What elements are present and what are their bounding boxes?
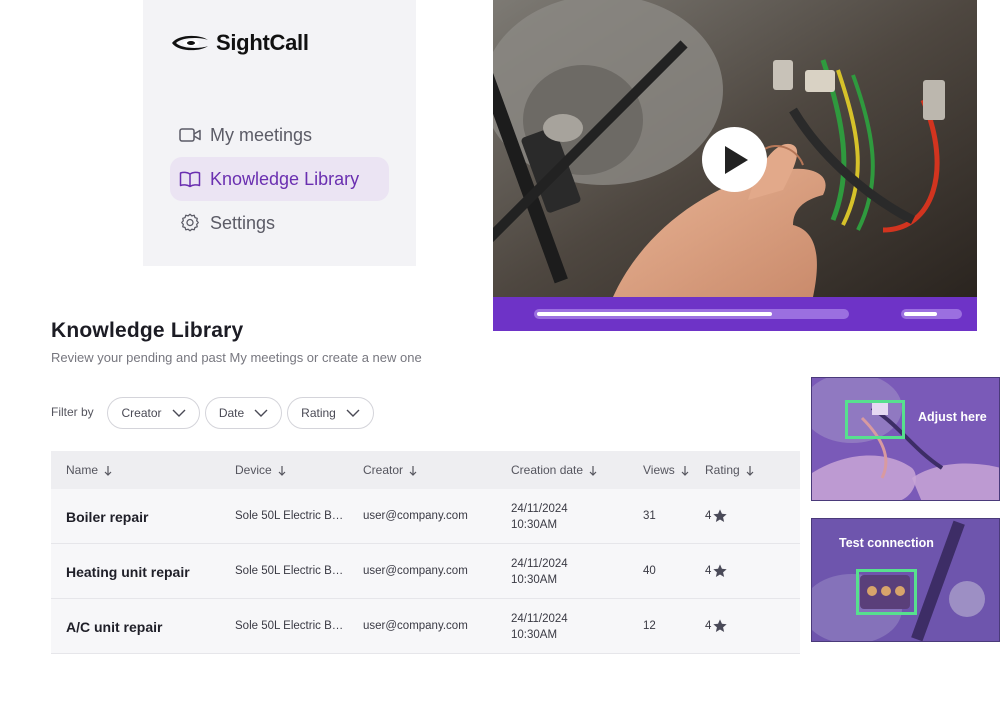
row-time: 10:30AM xyxy=(511,519,558,531)
sort-arrow-icon xyxy=(589,465,597,476)
column-header-device[interactable]: Device xyxy=(235,463,286,477)
row-creation-date: 24/11/2024 10:30AM xyxy=(511,501,568,533)
nav-item-knowledge-library[interactable]: Knowledge Library xyxy=(170,157,389,201)
knowledge-table: Name Device Creator Creation date Views … xyxy=(51,451,800,654)
row-rating-value: 4 xyxy=(705,620,712,632)
row-views: 40 xyxy=(643,565,656,577)
annotation-thumbnail-adjust[interactable]: Adjust here xyxy=(811,377,1000,501)
chevron-down-icon xyxy=(346,409,360,417)
page-title: Knowledge Library xyxy=(51,319,244,342)
volume-fill xyxy=(904,312,937,316)
sort-arrow-icon xyxy=(104,465,112,476)
table-row[interactable]: Heating unit repair Sole 50L Electric Bo… xyxy=(51,544,800,599)
table-row[interactable]: Boiler repair Sole 50L Electric Boiler u… xyxy=(51,489,800,544)
row-creator: user@company.com xyxy=(363,565,468,577)
chevron-down-icon xyxy=(172,409,185,417)
sort-arrow-icon xyxy=(409,465,417,476)
row-creation-date: 24/11/2024 10:30AM xyxy=(511,556,568,588)
column-label-rating: Rating xyxy=(705,463,740,477)
row-device: Sole 50L Electric Boiler xyxy=(235,510,347,522)
filter-rating-dropdown[interactable]: Rating xyxy=(287,397,374,429)
highlight-box xyxy=(856,569,917,615)
video-player[interactable] xyxy=(493,0,977,331)
gear-icon xyxy=(181,213,199,232)
annotated-frame-image xyxy=(812,378,999,500)
row-time: 10:30AM xyxy=(511,629,558,641)
sort-arrow-icon xyxy=(681,465,689,476)
video-controls-bar xyxy=(493,297,977,331)
row-rating: 4 xyxy=(705,508,728,524)
star-icon xyxy=(713,509,728,522)
column-label-name: Name xyxy=(66,463,99,477)
column-header-rating[interactable]: Rating xyxy=(705,463,754,477)
sightcall-logo-icon xyxy=(172,35,208,51)
row-device: Sole 50L Electric Boiler xyxy=(235,620,347,632)
row-time: 10:30AM xyxy=(511,574,558,586)
row-rating: 4 xyxy=(705,563,728,579)
row-name: Heating unit repair xyxy=(66,564,190,580)
row-date: 24/11/2024 xyxy=(511,558,568,570)
row-name: Boiler repair xyxy=(66,509,149,525)
annotation-thumbnail-test[interactable]: Test connection xyxy=(811,518,1000,642)
sightcall-logo[interactable]: SightCall xyxy=(170,30,309,56)
filter-creator-label: Creator xyxy=(121,406,162,420)
nav-label-settings: Settings xyxy=(210,212,276,233)
nav-label-my-meetings: My meetings xyxy=(210,124,313,145)
row-device: Sole 50L Electric Boiler xyxy=(235,565,347,577)
nav-label-knowledge-library: Knowledge Library xyxy=(210,168,360,189)
row-creator: user@company.com xyxy=(363,510,468,522)
row-name: A/C unit repair xyxy=(66,619,163,635)
sidebar: SightCall My meetings Knowledge Library … xyxy=(143,0,416,266)
filter-rating-label: Rating xyxy=(301,406,336,420)
annotation-label: Adjust here xyxy=(918,410,987,424)
highlight-box xyxy=(845,400,905,439)
column-header-name[interactable]: Name xyxy=(66,463,112,477)
play-icon xyxy=(724,145,748,174)
star-icon xyxy=(713,619,728,632)
filter-label: Filter by xyxy=(51,405,94,419)
filter-date-dropdown[interactable]: Date xyxy=(205,397,282,429)
brand-name: SightCall xyxy=(216,30,309,55)
row-creation-date: 24/11/2024 10:30AM xyxy=(511,611,568,643)
column-label-creation-date: Creation date xyxy=(511,463,584,477)
volume-slider[interactable] xyxy=(901,309,962,319)
column-header-views[interactable]: Views xyxy=(643,463,689,477)
play-button[interactable] xyxy=(702,127,767,192)
video-camera-icon xyxy=(179,128,201,142)
video-progress-bar[interactable] xyxy=(534,309,849,319)
row-rating: 4 xyxy=(705,618,728,634)
sort-arrow-icon xyxy=(278,465,286,476)
row-views: 12 xyxy=(643,620,656,632)
row-creator: user@company.com xyxy=(363,620,468,632)
filter-date-label: Date xyxy=(218,406,245,420)
column-label-device: Device xyxy=(235,463,272,477)
column-label-views: Views xyxy=(643,463,675,477)
open-book-icon xyxy=(179,171,201,188)
row-rating-value: 4 xyxy=(705,510,712,522)
table-row[interactable]: A/C unit repair Sole 50L Electric Boiler… xyxy=(51,599,800,654)
sort-arrow-icon xyxy=(746,465,754,476)
star-icon xyxy=(713,564,728,577)
page-subtitle: Review your pending and past My meetings… xyxy=(51,350,422,365)
nav-item-settings[interactable]: Settings xyxy=(170,201,389,245)
column-header-creator[interactable]: Creator xyxy=(363,463,417,477)
annotation-label: Test connection xyxy=(839,536,934,550)
video-progress-fill xyxy=(537,312,772,316)
row-date: 24/11/2024 xyxy=(511,503,568,515)
column-label-creator: Creator xyxy=(363,463,404,477)
table-header: Name Device Creator Creation date Views … xyxy=(51,451,800,489)
chevron-down-icon xyxy=(254,409,268,417)
row-views: 31 xyxy=(643,510,656,522)
row-date: 24/11/2024 xyxy=(511,613,568,625)
row-rating-value: 4 xyxy=(705,565,712,577)
column-header-creation-date[interactable]: Creation date xyxy=(511,463,597,477)
nav-item-my-meetings[interactable]: My meetings xyxy=(170,113,389,157)
filter-creator-dropdown[interactable]: Creator xyxy=(107,397,200,429)
